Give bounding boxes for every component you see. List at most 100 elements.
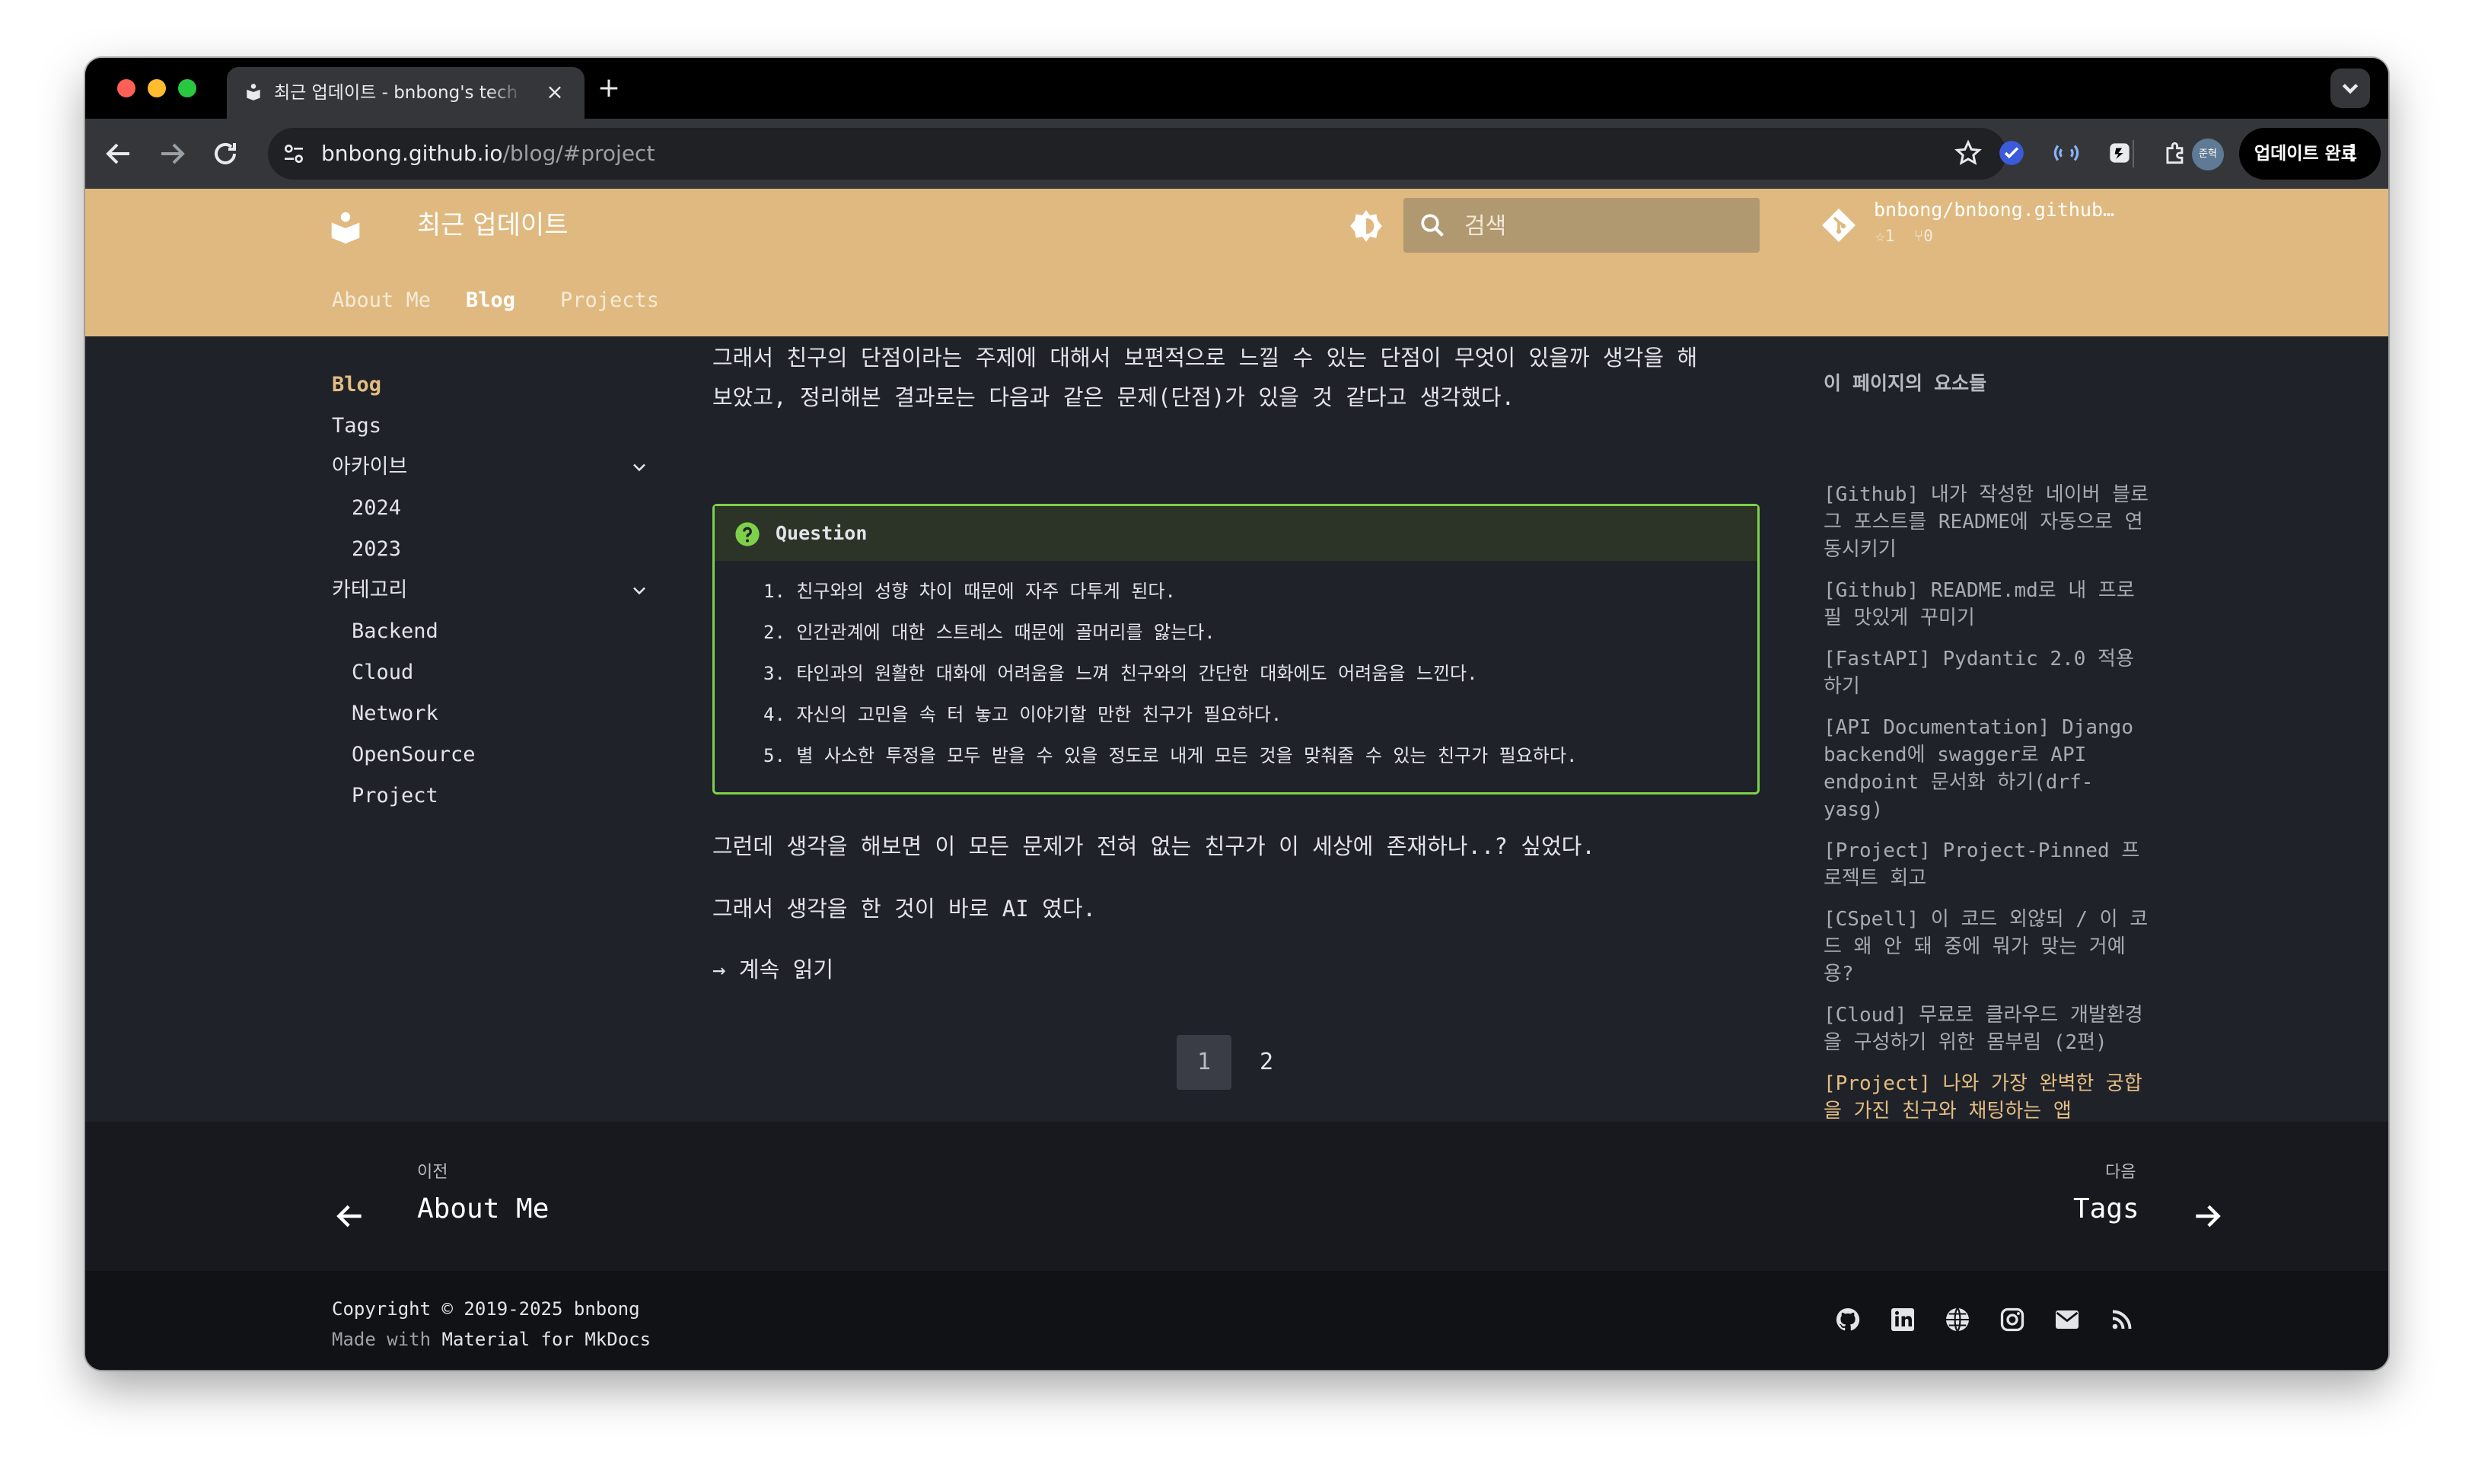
- maximize-window-button[interactable]: [178, 79, 196, 97]
- close-tab-icon[interactable]: ×: [542, 79, 568, 105]
- repo-name[interactable]: bnbong/bnbong.github.io: [1874, 198, 2125, 222]
- prev-label: 이전: [417, 1163, 448, 1182]
- reload-icon[interactable]: [207, 135, 244, 172]
- toc-item[interactable]: [Github] 내가 작성한 네이버 블로그 포스트를 README에 자동으…: [1824, 481, 2151, 563]
- toc-item[interactable]: [API Documentation] Django backend에 swag…: [1824, 714, 2151, 823]
- list-item: 1. 친구와의 성향 차이 때문에 자주 다투게 된다.: [763, 581, 1176, 602]
- instagram-icon[interactable]: [1999, 1306, 2026, 1333]
- material-mkdocs-link[interactable]: Material for MkDocs: [442, 1329, 651, 1350]
- question-circle-icon: [735, 522, 760, 546]
- rss-icon[interactable]: [2108, 1306, 2136, 1333]
- paragraph-intro: 그래서 친구의 단점이라는 주제에 대해서 보편적으로 느낄 수 있는 단점이 …: [712, 338, 1763, 417]
- chevron-down-icon: [2342, 84, 2359, 94]
- list-item: 4. 자신의 고민을 속 터 놓고 이야기할 만한 친구가 필요하다.: [763, 704, 1282, 725]
- site-info-icon[interactable]: [282, 142, 306, 166]
- broadcast-extension-icon[interactable]: [2052, 139, 2081, 167]
- site-title: 최근 업데이트: [417, 210, 569, 240]
- profile-avatar[interactable]: 준혁: [2192, 139, 2224, 170]
- tab-strip: 최근 업데이트 - bnbong's tech blog × +: [85, 58, 2388, 119]
- admonition-title: Question: [776, 522, 868, 544]
- repo-stars: ☆1: [1875, 227, 1895, 245]
- email-icon[interactable]: [2053, 1306, 2081, 1333]
- dark-reader-extension-icon[interactable]: [2105, 139, 2134, 167]
- nav-category-opensource[interactable]: OpenSource: [352, 740, 476, 770]
- nav-archive[interactable]: 아카이브: [332, 452, 407, 482]
- toc-item-active[interactable]: [Project] 나와 가장 완벽한 궁합을 가진 친구와 채팅하는 앱: [1824, 1070, 2151, 1125]
- arrow-left-icon[interactable]: [333, 1199, 367, 1233]
- tab-search-button[interactable]: [2330, 68, 2370, 108]
- toc-title: 이 페이지의 요소들: [1824, 372, 1987, 394]
- bookmark-star-icon[interactable]: [1953, 139, 1983, 169]
- nav-category-backend[interactable]: Backend: [352, 616, 438, 647]
- made-with-label: Made with: [332, 1329, 432, 1350]
- paragraph-intro-line-2: 보았고, 정리해본 결과로는 다음과 같은 문제(단점)가 있을 것 같다고 생…: [712, 384, 1515, 410]
- paragraph-question: 그런데 생각을 해보면 이 모든 문제가 전혀 없는 친구가 이 세상에 존재하…: [712, 833, 1595, 859]
- paragraph-intro-line-1: 그래서 친구의 단점이라는 주제에 대해서 보편적으로 느낄 수 있는 단점이 …: [712, 345, 1698, 371]
- list-item: 3. 타인과의 원활한 대화에 어려움을 느껴 친구와의 간단한 대화에도 어려…: [763, 663, 1478, 684]
- list-item: 2. 인간관계에 대한 스트레스 때문에 골머리를 앓는다.: [763, 622, 1215, 643]
- nav-category-network[interactable]: Network: [352, 699, 438, 729]
- toc-item[interactable]: [Cloud] 무료로 클라우드 개발환경을 구성하기 위한 몸부림 (2편): [1824, 1002, 2151, 1056]
- nav-category-project[interactable]: Project: [352, 781, 438, 811]
- close-window-button[interactable]: [117, 79, 135, 97]
- list-item: 5. 별 사소한 투정을 모두 받을 수 있을 정도로 내게 모든 것을 맞춰줄…: [763, 745, 1578, 766]
- repo-stats: ☆1 ⑂0: [1875, 225, 1933, 247]
- tab-title: 최근 업데이트 - bnbong's tech blog: [274, 83, 525, 103]
- toc-item[interactable]: [Project] Project-Pinned 프로젝트 회고: [1824, 837, 2151, 892]
- git-icon[interactable]: [1821, 207, 1857, 244]
- toc-item[interactable]: [Github] README.md로 내 프로필 맛있게 꾸미기: [1824, 577, 2151, 632]
- site-header: 최근 업데이트 bnbong/bnbong.github.io ☆1 ⑂0 Ab: [85, 189, 2388, 336]
- browser-toolbar: bnbong.github.io/blog/#project 준혁 업데이트 완…: [85, 119, 2388, 189]
- toc-item[interactable]: [CSpell] 이 코드 외않되 / 이 코드 왜 안 돼 중에 뭐가 맞는 …: [1824, 906, 2151, 988]
- back-arrow-icon[interactable]: [100, 135, 137, 172]
- nav-blog[interactable]: Blog: [332, 370, 381, 400]
- search-icon: [1421, 214, 1444, 237]
- copyright-text: Copyright © 2019-2025 bnbong: [332, 1298, 640, 1320]
- github-icon[interactable]: [1834, 1306, 1862, 1333]
- next-label: 다음: [2105, 1163, 2136, 1182]
- browser-window: 최근 업데이트 - bnbong's tech blog × + bnbong.…: [85, 58, 2388, 1370]
- book-logo-icon[interactable]: [329, 210, 362, 244]
- new-tab-button[interactable]: +: [594, 73, 624, 103]
- made-with-text: Made with Material for MkDocs: [332, 1324, 651, 1355]
- site-footer: Copyright © 2019-2025 bnbong Made with M…: [85, 1271, 2388, 1370]
- linkedin-icon[interactable]: [1889, 1306, 1916, 1333]
- search-input[interactable]: [1463, 198, 1747, 254]
- arrow-right-icon[interactable]: [2190, 1199, 2224, 1233]
- toc-item[interactable]: [FastAPI] Pydantic 2.0 적용하기: [1824, 645, 2151, 700]
- tab-projects[interactable]: Projects: [560, 283, 659, 318]
- address-bar[interactable]: bnbong.github.io/blog/#project: [268, 128, 2006, 180]
- chevron-down-icon[interactable]: [629, 580, 650, 601]
- theme-toggle-icon[interactable]: [1347, 207, 1385, 245]
- nav-archive-2023[interactable]: 2023: [352, 534, 401, 565]
- tab-blog[interactable]: Blog: [466, 283, 515, 318]
- url-path: /blog/#project: [502, 141, 655, 166]
- nav-category-cloud[interactable]: Cloud: [352, 658, 413, 688]
- repo-forks: ⑂0: [1913, 227, 1933, 245]
- book-icon: [247, 84, 260, 100]
- toolbar-separator: [2133, 140, 2134, 167]
- forward-arrow-icon[interactable]: [154, 135, 190, 172]
- update-complete-button[interactable]: 업데이트 완료 ⋮: [2239, 128, 2381, 180]
- minimize-window-button[interactable]: [148, 79, 166, 97]
- url-text: bnbong.github.io/blog/#project: [321, 128, 655, 180]
- chevron-down-icon[interactable]: [629, 457, 650, 478]
- tab-about-me[interactable]: About Me: [332, 283, 431, 318]
- search-box[interactable]: [1403, 198, 1760, 254]
- pagination-current[interactable]: 1: [1177, 1035, 1231, 1090]
- globe-icon[interactable]: [1944, 1306, 1971, 1333]
- admonition-header: Question: [715, 506, 1757, 561]
- read-more-link[interactable]: → 계속 읽기: [712, 950, 833, 989]
- more-menu-icon[interactable]: ⋮: [2341, 128, 2364, 180]
- next-link[interactable]: Tags: [2073, 1190, 2139, 1228]
- browser-tab-active[interactable]: 최근 업데이트 - bnbong's tech blog ×: [227, 67, 585, 119]
- prev-link[interactable]: About Me: [417, 1190, 549, 1228]
- question-admonition: Question 1. 친구와의 성향 차이 때문에 자주 다투게 된다. 2.…: [712, 504, 1760, 795]
- checkmark-extension-icon[interactable]: [1997, 139, 2026, 167]
- puzzle-extensions-icon[interactable]: [2161, 139, 2190, 167]
- nav-category[interactable]: 카테고리: [332, 575, 407, 606]
- nav-archive-2024[interactable]: 2024: [352, 493, 401, 524]
- web-page: 최근 업데이트 bnbong/bnbong.github.io ☆1 ⑂0 Ab: [85, 189, 2388, 1370]
- pagination-link[interactable]: 2: [1251, 1035, 1282, 1090]
- nav-tags[interactable]: Tags: [332, 411, 381, 441]
